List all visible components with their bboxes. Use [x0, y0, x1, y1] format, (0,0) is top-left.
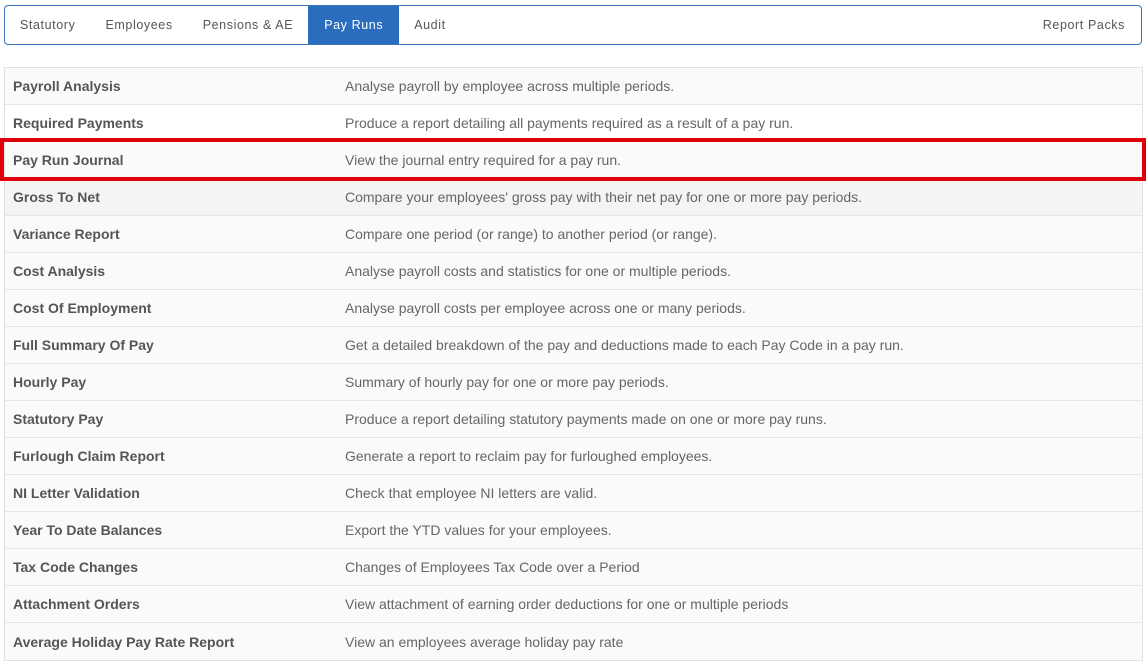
report-name[interactable]: Year To Date Balances	[5, 522, 345, 538]
report-row-payroll-analysis[interactable]: Payroll Analysis Analyse payroll by empl…	[5, 68, 1142, 105]
report-name[interactable]: Full Summary Of Pay	[5, 337, 345, 353]
report-row-variance-report[interactable]: Variance Report Compare one period (or r…	[5, 216, 1142, 253]
tab-employees[interactable]: Employees	[90, 6, 187, 44]
report-category-tabs: Statutory Employees Pensions & AE Pay Ru…	[4, 5, 1142, 45]
report-name[interactable]: Tax Code Changes	[5, 559, 345, 575]
report-description: Export the YTD values for your employees…	[345, 522, 612, 538]
report-description: View an employees average holiday pay ra…	[345, 633, 624, 650]
report-row-statutory-pay[interactable]: Statutory Pay Produce a report detailing…	[5, 401, 1142, 438]
report-description: Produce a report detailing statutory pay…	[345, 411, 827, 427]
report-name[interactable]: Furlough Claim Report	[5, 448, 345, 464]
report-name[interactable]: NI Letter Validation	[5, 485, 345, 501]
report-row-cost-of-employment[interactable]: Cost Of Employment Analyse payroll costs…	[5, 290, 1142, 327]
report-description: View the journal entry required for a pa…	[345, 152, 622, 168]
report-name[interactable]: Attachment Orders	[5, 596, 345, 612]
report-description: Changes of Employees Tax Code over a Per…	[345, 559, 640, 575]
report-row-ni-letter-validation[interactable]: NI Letter Validation Check that employee…	[5, 475, 1142, 512]
tab-pay-runs[interactable]: Pay Runs	[308, 6, 400, 44]
report-row-full-summary-of-pay[interactable]: Full Summary Of Pay Get a detailed break…	[5, 327, 1142, 364]
report-name[interactable]: Variance Report	[5, 226, 345, 242]
report-name[interactable]: Required Payments	[5, 115, 345, 131]
report-row-average-holiday-pay-rate-report[interactable]: Average Holiday Pay Rate Report View an …	[5, 623, 1142, 660]
report-row-pay-run-journal[interactable]: Pay Run Journal View the journal entry r…	[5, 142, 1142, 179]
reports-list: Payroll Analysis Analyse payroll by empl…	[4, 67, 1143, 661]
report-name[interactable]: Cost Analysis	[5, 263, 345, 279]
report-row-attachment-orders[interactable]: Attachment Orders View attachment of ear…	[5, 586, 1142, 623]
tab-statutory[interactable]: Statutory	[5, 6, 90, 44]
report-description: Analyse payroll by employee across multi…	[345, 78, 675, 94]
report-description: Get a detailed breakdown of the pay and …	[345, 337, 904, 353]
report-name[interactable]: Hourly Pay	[5, 374, 345, 390]
report-description: Produce a report detailing all payments …	[345, 115, 794, 131]
report-row-required-payments[interactable]: Required Payments Produce a report detai…	[5, 105, 1142, 142]
report-name[interactable]: Statutory Pay	[5, 411, 345, 427]
report-name[interactable]: Pay Run Journal	[5, 152, 345, 168]
report-description: Check that employee NI letters are valid…	[345, 485, 598, 501]
report-name[interactable]: Average Holiday Pay Rate Report	[5, 634, 345, 650]
report-description: Compare one period (or range) to another…	[345, 226, 717, 242]
report-name[interactable]: Gross To Net	[5, 189, 345, 205]
report-description: Generate a report to reclaim pay for fur…	[345, 448, 713, 464]
report-row-gross-to-net[interactable]: Gross To Net Compare your employees' gro…	[5, 179, 1142, 216]
report-description: Compare your employees' gross pay with t…	[345, 189, 863, 205]
report-row-tax-code-changes[interactable]: Tax Code Changes Changes of Employees Ta…	[5, 549, 1142, 586]
report-description: View attachment of earning order deducti…	[345, 596, 789, 612]
report-description: Summary of hourly pay for one or more pa…	[345, 374, 669, 390]
report-row-cost-analysis[interactable]: Cost Analysis Analyse payroll costs and …	[5, 253, 1142, 290]
tab-pensions-ae[interactable]: Pensions & AE	[188, 6, 309, 44]
report-name[interactable]: Payroll Analysis	[5, 78, 345, 94]
report-row-hourly-pay[interactable]: Hourly Pay Summary of hourly pay for one…	[5, 364, 1142, 401]
report-row-year-to-date-balances[interactable]: Year To Date Balances Export the YTD val…	[5, 512, 1142, 549]
report-description: Analyse payroll costs per employee acros…	[345, 300, 746, 316]
report-packs-link[interactable]: Report Packs	[1028, 6, 1141, 44]
tab-audit[interactable]: Audit	[399, 6, 461, 44]
report-name[interactable]: Cost Of Employment	[5, 300, 345, 316]
report-description: Analyse payroll costs and statistics for…	[345, 263, 731, 279]
report-row-furlough-claim-report[interactable]: Furlough Claim Report Generate a report …	[5, 438, 1142, 475]
